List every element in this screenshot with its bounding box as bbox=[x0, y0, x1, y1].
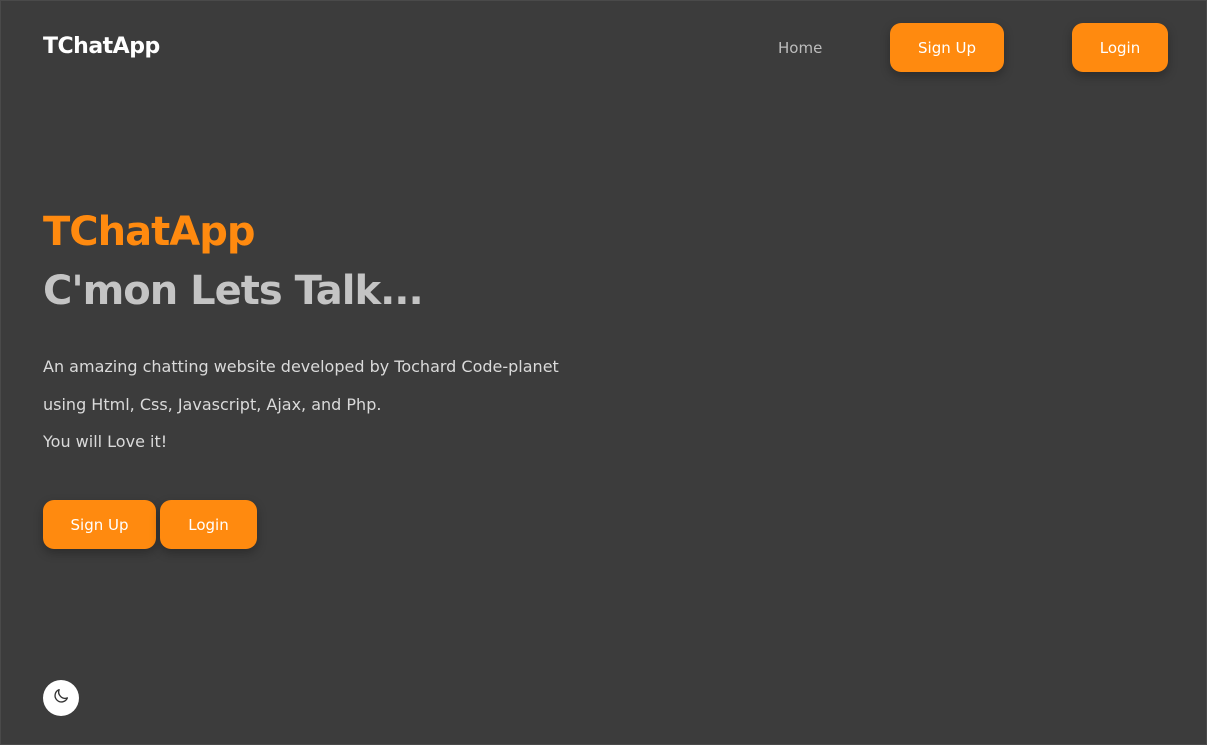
hero-signup-button[interactable]: Sign Up bbox=[43, 500, 156, 549]
navbar: TChatApp Home Sign Up Login bbox=[1, 1, 1207, 93]
landing-page: TChatApp Home Sign Up Login TChatApp C'm… bbox=[0, 0, 1207, 745]
moon-icon bbox=[52, 687, 70, 709]
theme-toggle-button[interactable] bbox=[43, 680, 79, 716]
nav-login-button[interactable]: Login bbox=[1072, 23, 1168, 72]
hero-description-line: You will Love it! bbox=[43, 432, 168, 451]
hero-description-line: using Html, Css, Javascript, Ajax, and P… bbox=[43, 395, 382, 414]
logo[interactable]: TChatApp bbox=[43, 33, 160, 61]
nav-signup-button[interactable]: Sign Up bbox=[890, 23, 1004, 72]
hero-brand-title: TChatApp bbox=[43, 209, 255, 255]
nav-home-link[interactable]: Home bbox=[778, 38, 822, 58]
hero-tagline: C'mon Lets Talk... bbox=[43, 268, 424, 314]
hero-login-button[interactable]: Login bbox=[160, 500, 257, 549]
hero-description-line: An amazing chatting website developed by… bbox=[43, 357, 559, 376]
